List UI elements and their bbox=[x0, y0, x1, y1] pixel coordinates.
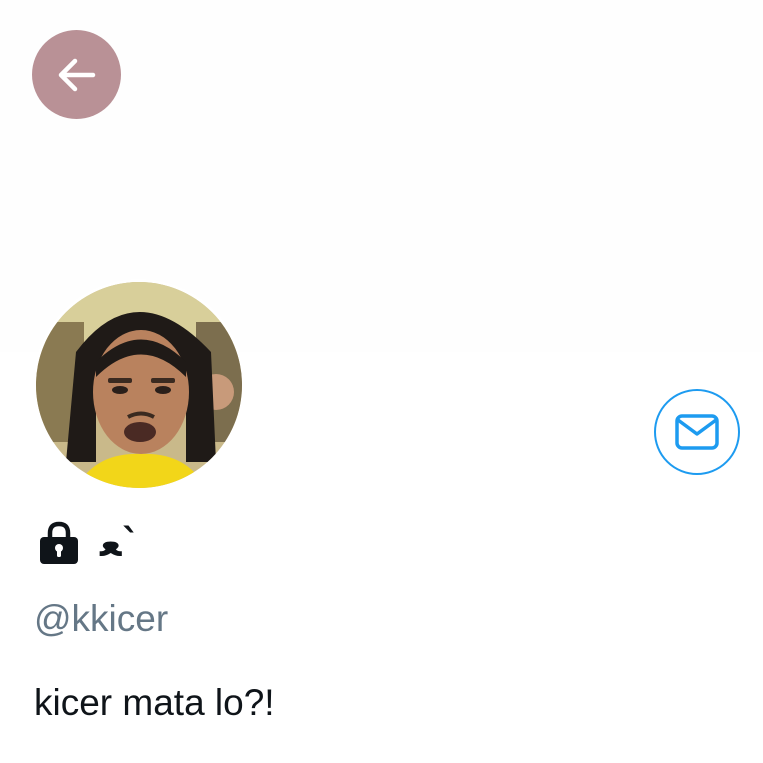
handle: @kkicer bbox=[34, 598, 169, 639]
lock-icon bbox=[40, 521, 78, 564]
avatar[interactable] bbox=[33, 279, 245, 491]
back-button[interactable] bbox=[32, 30, 121, 119]
arrow-left-icon bbox=[58, 58, 95, 91]
envelope-icon bbox=[675, 414, 719, 450]
display-name: ﻌ` bbox=[100, 521, 141, 565]
message-button[interactable] bbox=[654, 389, 740, 475]
avatar-photo bbox=[36, 282, 242, 488]
bio: kicer mata lo?! bbox=[34, 682, 275, 723]
name-row: ﻌ` bbox=[36, 517, 140, 569]
